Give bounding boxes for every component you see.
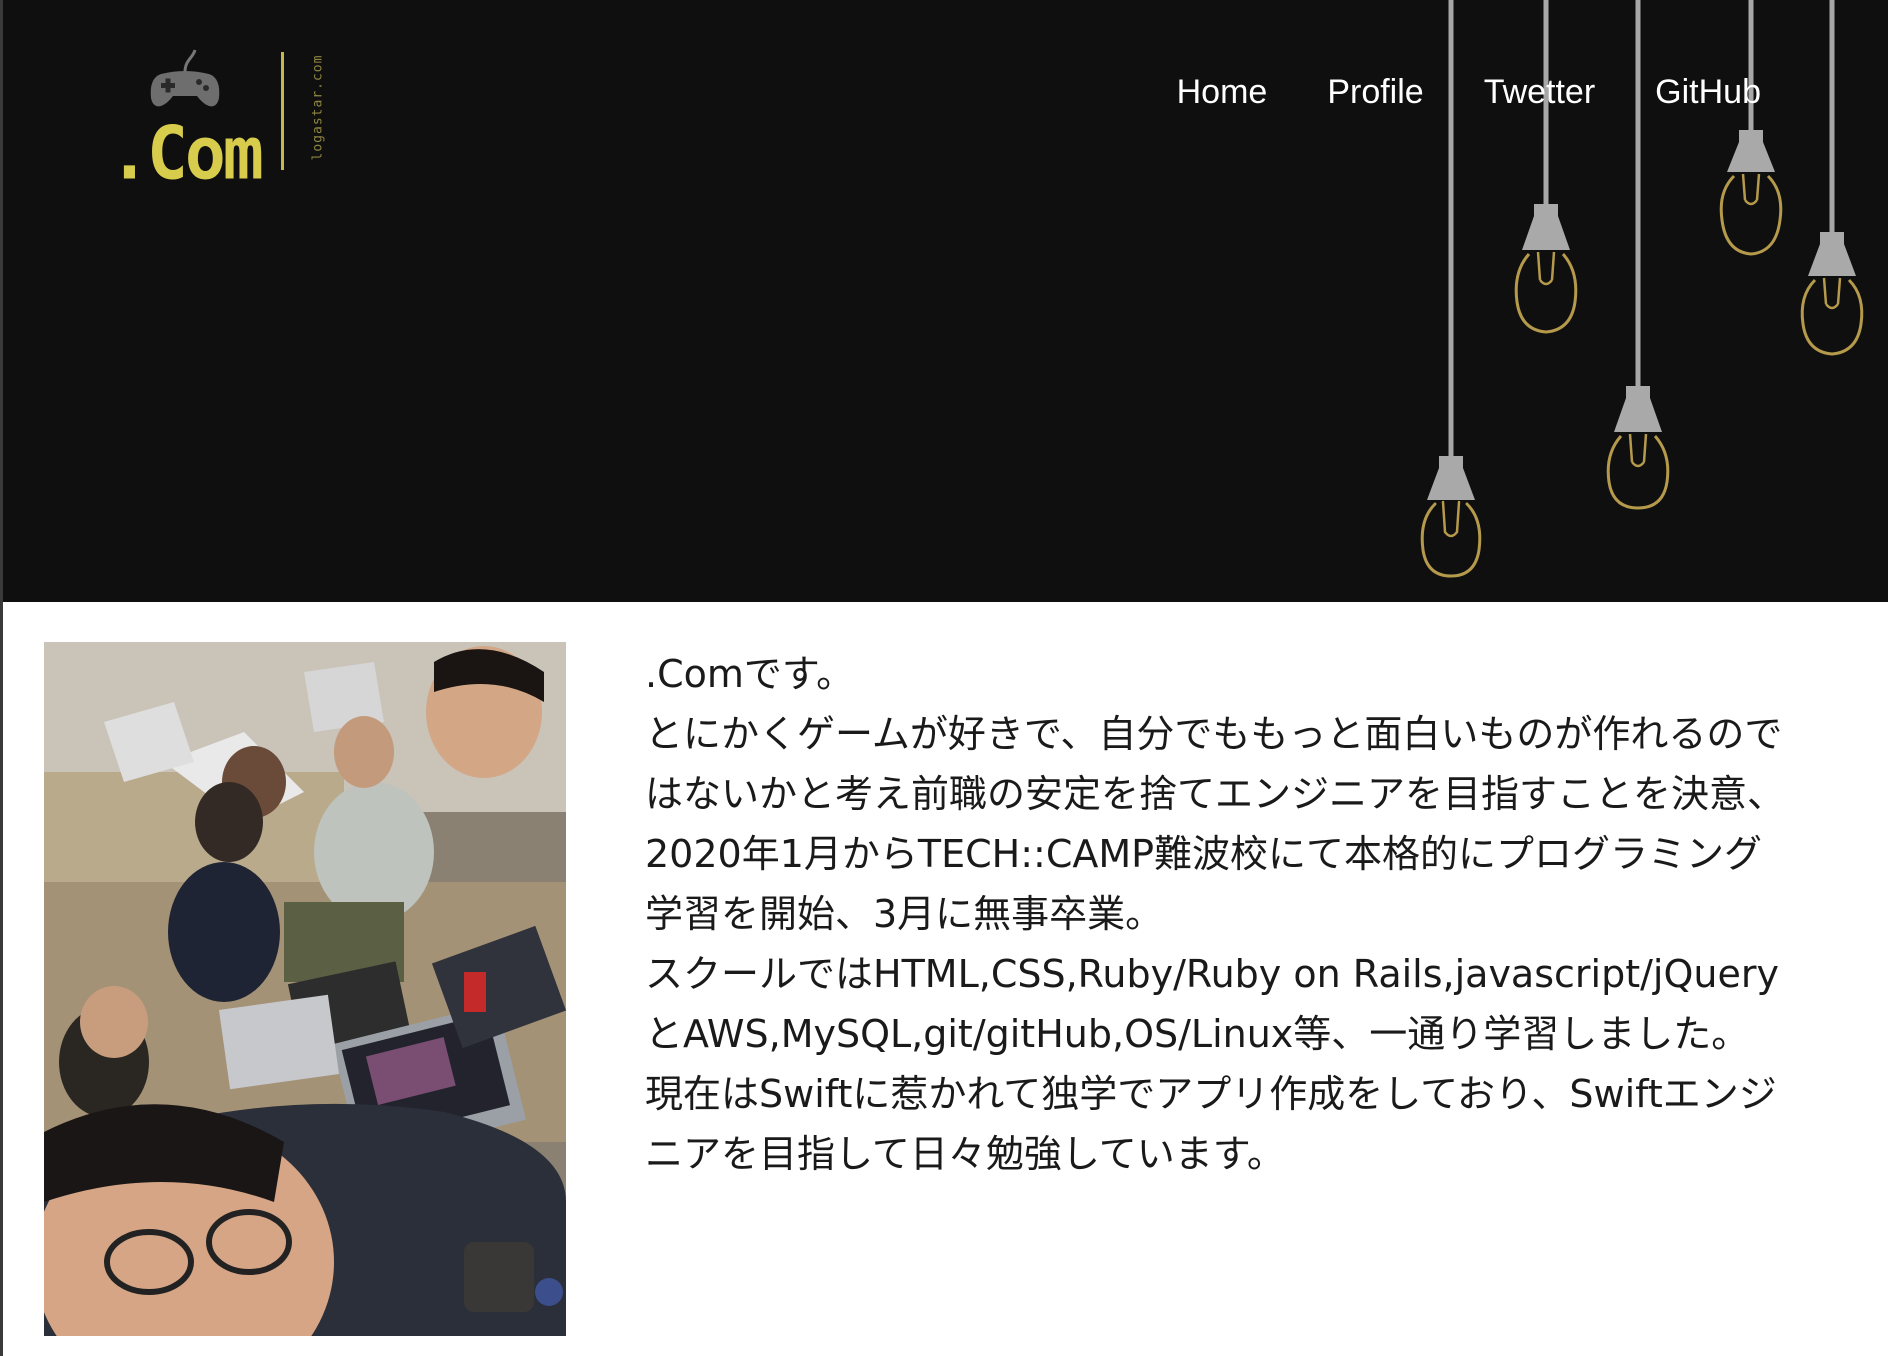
bulb-5 <box>1800 0 1864 356</box>
hero-header: .Com logastar.com Home Profile Twetter G… <box>3 0 1888 602</box>
bulb-4 <box>1719 0 1783 256</box>
bulb-2 <box>1514 0 1578 334</box>
bio-line: .Comです。 <box>645 652 855 696</box>
nav-github[interactable]: GitHub <box>1655 73 1761 111</box>
gamepad-icon <box>150 49 220 107</box>
profile-photo <box>44 642 566 1336</box>
logo-domain: logastar.com <box>310 54 326 161</box>
logo-divider <box>281 52 284 170</box>
group-selfie-photo <box>44 642 566 1336</box>
bio-line: とAWS,MySQL,git/gitHub,OS/Linux等、一通り学習しまし… <box>645 1012 1750 1056</box>
profile-section: .Comです。 とにかくゲームが好きで、自分でももっと面白いものが作れるので は… <box>3 602 1888 1356</box>
main-nav: Home Profile Twetter GitHub <box>1177 73 1761 111</box>
bio-line: 現在はSwiftに惹かれて独学でアプリ作成をしており、Swiftエンジ <box>645 1072 1777 1116</box>
bio-line: 学習を開始、3月に無事卒業。 <box>645 892 1164 936</box>
bio-line: ニアを目指して日々勉強しています。 <box>645 1132 1285 1176</box>
nav-profile[interactable]: Profile <box>1327 73 1423 111</box>
profile-bio: .Comです。 とにかくゲームが好きで、自分でももっと面白いものが作れるので は… <box>645 644 1857 1184</box>
page: .Com logastar.com Home Profile Twetter G… <box>0 0 1888 1356</box>
bio-line: はないかと考え前職の安定を捨てエンジニアを目指すことを決意、 <box>645 772 1786 816</box>
logo-text: .Com <box>109 111 264 197</box>
site-logo[interactable]: .Com logastar.com <box>103 46 326 191</box>
nav-home[interactable]: Home <box>1177 73 1268 111</box>
nav-twitter[interactable]: Twetter <box>1484 73 1595 111</box>
bio-line: 2020年1月からTECH::CAMP難波校にて本格的にプログラミング <box>645 832 1763 876</box>
bio-line: スクールではHTML,CSS,Ruby/Ruby on Rails,javasc… <box>645 952 1779 996</box>
bio-line: とにかくゲームが好きで、自分でももっと面白いものが作れるので <box>645 712 1783 756</box>
